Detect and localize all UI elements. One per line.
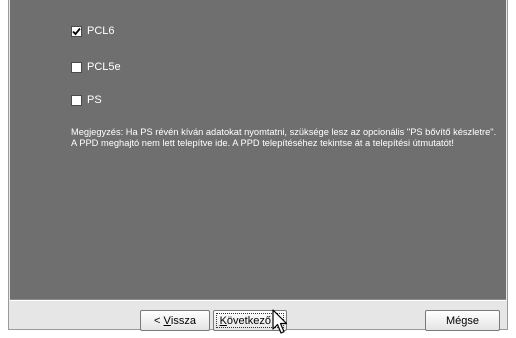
option-pcl5e[interactable]: PCL5e [71, 60, 121, 74]
mouse-pointer-icon [272, 309, 288, 334]
cancel-button[interactable]: Mégse [425, 310, 500, 331]
ps-checkbox[interactable] [71, 94, 82, 106]
back-button[interactable]: < Vissza [140, 310, 210, 331]
pcl6-checkbox[interactable] [71, 25, 82, 37]
note-text: Megjegyzés: Ha PS révén kíván adatokat n… [71, 127, 497, 148]
pcl5e-checkbox[interactable] [71, 61, 82, 73]
installer-dialog: PCL6 PCL5e PS Megjegyzés: Ha PS révén kí… [8, 0, 508, 330]
checkmark-icon [72, 27, 81, 35]
pcl5e-label: PCL5e [87, 61, 121, 73]
pcl6-label: PCL6 [87, 25, 115, 37]
ps-label: PS [87, 94, 102, 106]
option-ps[interactable]: PS [71, 93, 102, 107]
option-pcl6[interactable]: PCL6 [71, 24, 115, 38]
content-panel: PCL6 PCL5e PS Megjegyzés: Ha PS révén kí… [10, 0, 506, 299]
